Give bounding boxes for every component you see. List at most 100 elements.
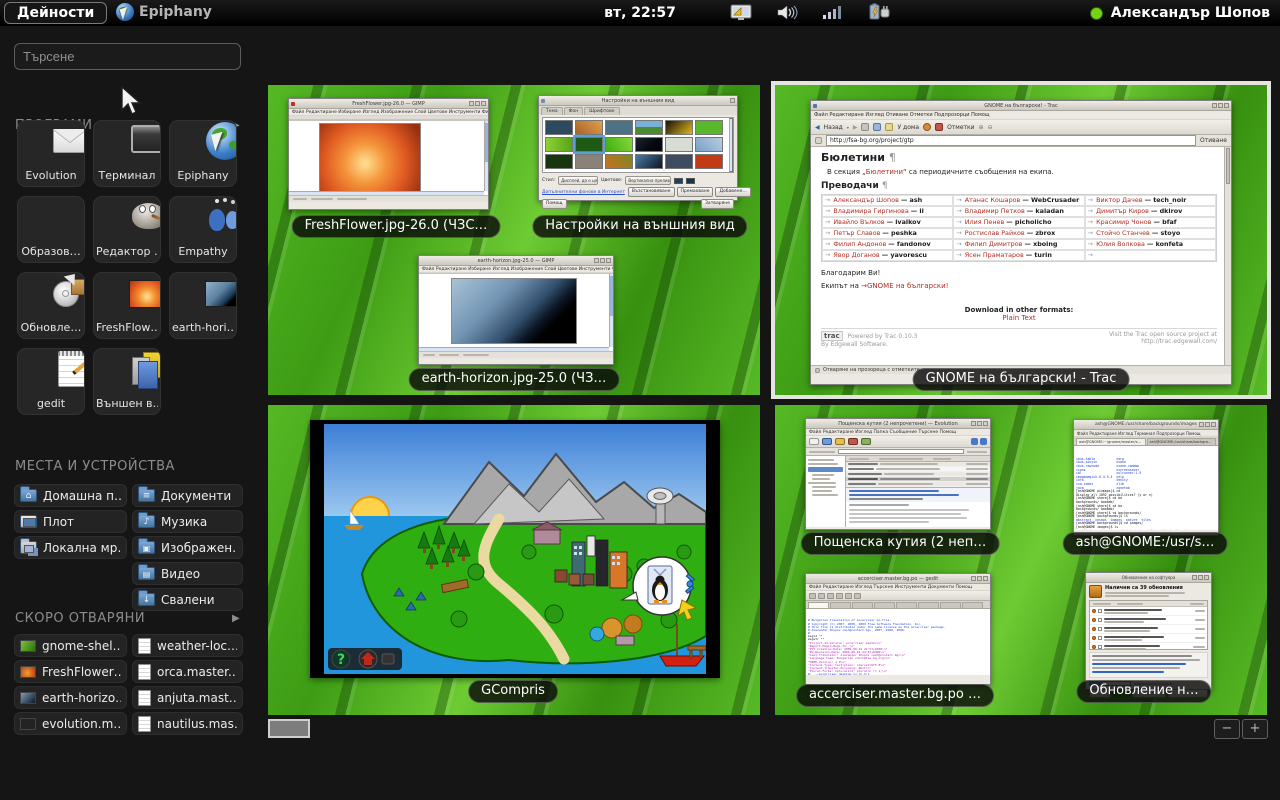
stop-icon[interactable] (861, 123, 869, 131)
zoom-out-icon[interactable]: ⊖ (988, 124, 993, 131)
app-tile[interactable]: Empathy (169, 196, 237, 263)
place-item[interactable]: Плот (14, 510, 127, 533)
translator-name[interactable]: Филип Андонов (833, 240, 886, 248)
volume-icon[interactable] (776, 4, 798, 21)
wallpaper-thumb[interactable] (605, 137, 633, 152)
clock[interactable]: вт, 22:57 (0, 0, 1280, 26)
window-gcompris[interactable]: ? (310, 420, 720, 678)
recent-item[interactable]: evolution.m… (14, 712, 127, 735)
window-gedit[interactable]: accerciser.master.bg.po — gedit Файл Ред… (805, 573, 991, 685)
wallpaper-thumb[interactable] (545, 137, 573, 152)
zoom-in-icon[interactable]: ⊕ (979, 124, 984, 131)
color-swatch-1[interactable] (674, 178, 683, 184)
gedit-tab[interactable] (830, 602, 851, 608)
wallpaper-scrollbar[interactable] (729, 118, 733, 172)
translator-name[interactable]: Филип Димитров (965, 240, 1023, 248)
app-tile[interactable]: FreshFlow… (93, 272, 161, 339)
wallpaper-thumb[interactable] (575, 154, 603, 169)
remove-button[interactable]: Премахване (677, 187, 714, 197)
evolution-message-area[interactable] (846, 456, 990, 527)
translator-name[interactable]: Илия Пенев (965, 218, 1005, 226)
workspace-3[interactable]: ? GCompris (268, 405, 760, 715)
reload-icon[interactable] (873, 123, 881, 131)
recent-item[interactable]: gnome-shel… (14, 634, 127, 657)
bookmarks-icon[interactable] (935, 123, 943, 131)
gedit-tab[interactable] (808, 602, 829, 608)
recent-expand-icon[interactable]: ▶ (232, 613, 240, 624)
wallpaper-thumb[interactable] (635, 154, 663, 169)
wallpaper-thumb[interactable] (635, 120, 663, 135)
home-icon[interactable] (885, 123, 893, 131)
place-item[interactable]: Свалени (132, 588, 243, 611)
help-button[interactable]: Помощ (542, 199, 567, 209)
recent-item[interactable]: earth-horizo… (14, 686, 127, 709)
remove-workspace-button[interactable]: − (1214, 719, 1240, 739)
translator-name[interactable]: Ясен Праматаров (965, 251, 1024, 259)
place-item[interactable]: Документи (132, 484, 243, 507)
terminal-output[interactable]: ibus-table xorgibus-pinyin xsaneibus-raw… (1074, 446, 1218, 530)
forward-icon[interactable]: ▶ (853, 124, 858, 131)
home-button[interactable]: У дома (897, 124, 919, 131)
place-item[interactable]: Видео (132, 562, 243, 585)
workspace-4[interactable]: Пощенска кутия (2 непрочетени) — Evoluti… (775, 405, 1267, 715)
search-input[interactable] (14, 43, 241, 70)
wallpaper-thumb[interactable] (665, 137, 693, 152)
display-icon[interactable] (730, 4, 752, 21)
page-scrollbar[interactable] (1224, 147, 1231, 365)
translator-name[interactable]: Владимира Гиргинова (833, 207, 908, 215)
bulletins-link[interactable]: Бюлетини (866, 168, 903, 176)
wallpaper-thumb[interactable] (545, 120, 573, 135)
gedit-tab[interactable] (940, 602, 961, 608)
place-item[interactable]: Изображен… (132, 536, 243, 559)
plain-text-link[interactable]: Plain Text (821, 314, 1217, 322)
colors-combo[interactable]: Вертикална преливка (625, 176, 671, 185)
get-more-backgrounds-link[interactable]: Допълнителни фонове в Интернет (542, 190, 625, 195)
go-button[interactable]: Отиване (1200, 137, 1227, 144)
recent-item[interactable]: nautilus.mas… (132, 712, 243, 735)
translator-name[interactable]: Стойчо Станчев (1096, 229, 1150, 237)
translator-name[interactable]: Александър Шопов (833, 196, 898, 204)
translator-name[interactable]: Виктор Дачев (1096, 196, 1143, 204)
url-bar[interactable]: http://fsa-bg.org/project/gtp (826, 135, 1196, 146)
close-button[interactable]: Затваряне (701, 199, 734, 209)
updates-list[interactable] (1089, 600, 1208, 650)
browser-menubar[interactable]: Файл Редактиране Изглед Отиване Отметки … (811, 111, 1231, 120)
wallpaper-thumb[interactable] (575, 137, 603, 152)
terminal-tab[interactable]: ash@GNOME:/usr/share/backgro… (1147, 438, 1217, 445)
app-tile[interactable]: Обновле… (17, 272, 85, 339)
translator-name[interactable]: Ивайло Вълков (833, 218, 884, 226)
gedit-editor[interactable]: # Bulgarian translation of accerciser po… (806, 609, 990, 675)
app-tile[interactable]: Редактор … (93, 196, 161, 263)
place-item[interactable]: Музика (132, 510, 243, 533)
restore-button[interactable]: Възстановяване (628, 187, 675, 197)
back-icon[interactable]: ◀ (815, 124, 820, 131)
wallpaper-thumb[interactable] (545, 154, 573, 169)
history-icon[interactable] (923, 123, 931, 131)
translator-name[interactable]: Ростислав Райков (965, 229, 1025, 237)
translator-name[interactable]: Явор Доганов (833, 251, 879, 259)
wallpaper-thumb[interactable] (665, 154, 693, 169)
app-tile[interactable]: Образов… (17, 196, 85, 263)
app-tile[interactable]: Терминал (93, 120, 161, 187)
app-tile[interactable]: Evolution (17, 120, 85, 187)
translator-name[interactable]: Петър Славов (833, 229, 880, 237)
user-menu[interactable]: Александър Шопов (1090, 0, 1270, 26)
wallpaper-thumb[interactable] (605, 120, 633, 135)
add-button[interactable]: Добавяне… (715, 187, 750, 197)
window-evolution[interactable]: Пощенска кутия (2 непрочетени) — Evoluti… (805, 418, 991, 530)
gedit-tab[interactable] (874, 602, 895, 608)
translator-name[interactable]: Атанас Кошаров (965, 196, 1021, 204)
wallpaper-thumb[interactable] (665, 120, 693, 135)
network-signal-icon[interactable] (822, 4, 844, 21)
team-link[interactable]: →GNOME на български! (861, 282, 948, 290)
window-appearance[interactable]: Настройки на външния вид ТемаФонШрифтове… (538, 95, 738, 201)
app-tile[interactable]: Epiphany (169, 120, 237, 187)
battery-icon[interactable] (868, 3, 892, 21)
recent-item[interactable]: weather-loc… (132, 634, 243, 657)
wallpaper-thumb[interactable] (605, 154, 633, 169)
gedit-tab[interactable] (852, 602, 873, 608)
window-terminal[interactable]: ash@GNOME:/usr/share/backgrounds/images … (1073, 419, 1219, 536)
wallpaper-thumb[interactable] (695, 120, 723, 135)
wallpaper-thumb[interactable] (695, 154, 723, 169)
place-item[interactable]: Локална мр… (14, 536, 127, 559)
